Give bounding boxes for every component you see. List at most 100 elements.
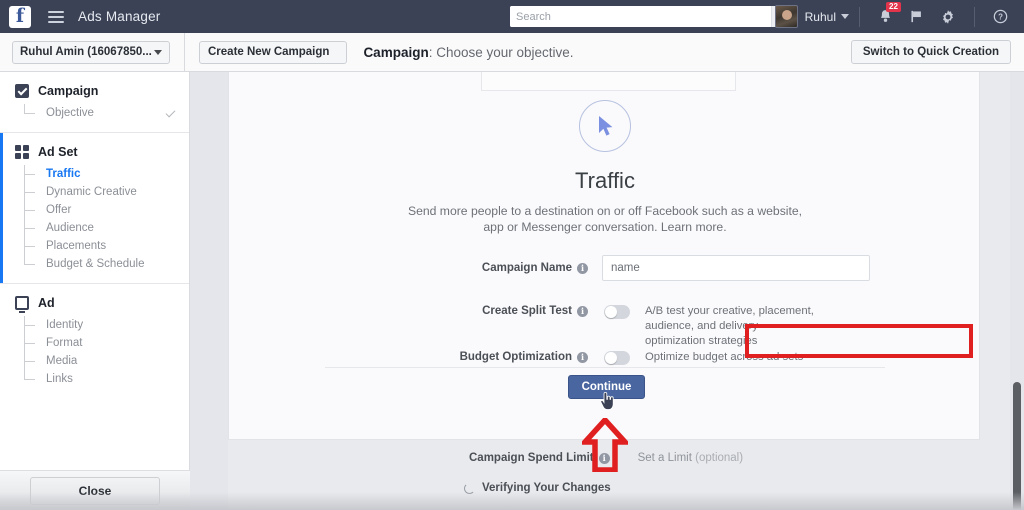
adset-icon bbox=[15, 145, 29, 159]
sidebar-item-objective[interactable]: Objective bbox=[24, 104, 189, 122]
form-divider bbox=[325, 367, 885, 368]
budget-optimization-label-text: Budget Optimization bbox=[459, 351, 572, 363]
objective-hero: Traffic Send more people to a destinatio… bbox=[229, 100, 981, 235]
learn-more-link[interactable]: Learn more. bbox=[661, 220, 727, 234]
sidebar-item-label: Links bbox=[46, 373, 73, 385]
top-bar-right-cluster: Ruhul 22 ? bbox=[774, 0, 1016, 33]
create-split-test-toggle[interactable] bbox=[604, 305, 630, 319]
sidebar-item-audience[interactable]: Audience bbox=[24, 219, 189, 237]
info-icon[interactable]: i bbox=[577, 305, 588, 317]
sidebar-item-label: Offer bbox=[46, 204, 72, 216]
budget-optimization-row: Budget Optimization i Optimize budget ac… bbox=[432, 350, 982, 365]
info-icon[interactable]: i bbox=[577, 262, 588, 274]
sidebar-item-label: Objective bbox=[46, 107, 94, 119]
sidebar-head-ad[interactable]: Ad bbox=[0, 296, 189, 313]
app-title: Ads Manager bbox=[78, 9, 161, 24]
avatar[interactable] bbox=[774, 5, 798, 28]
switch-to-quick-creation-button[interactable]: Switch to Quick Creation bbox=[850, 40, 1011, 64]
sidebar-item-budget-schedule[interactable]: Budget & Schedule bbox=[24, 255, 189, 273]
help-icon: ? bbox=[993, 9, 1008, 24]
notification-badge: 22 bbox=[886, 1, 901, 12]
verifying-text: Verifying Your Changes bbox=[482, 482, 611, 494]
optional-text: (optional) bbox=[695, 452, 744, 464]
search-box[interactable] bbox=[510, 6, 795, 27]
flag-icon bbox=[911, 10, 921, 23]
breadcrumb-description: : Choose your objective. bbox=[428, 44, 574, 60]
sidebar-footer: Close bbox=[0, 470, 190, 510]
chevron-down-icon bbox=[154, 49, 162, 55]
objective-description: Send more people to a destination on or … bbox=[405, 203, 805, 235]
info-icon[interactable]: i bbox=[577, 351, 588, 363]
set-a-limit-link[interactable]: Set a Limit (optional) bbox=[638, 452, 743, 464]
user-name[interactable]: Ruhul bbox=[805, 10, 836, 24]
sidebar-item-label: Dynamic Creative bbox=[46, 186, 137, 198]
sidebar-item-format[interactable]: Format bbox=[24, 334, 189, 352]
create-new-campaign-label: Create New Campaign bbox=[208, 46, 330, 58]
sidebar-section-ad: Ad Identity Format Media Links bbox=[0, 283, 189, 398]
ad-account-selector[interactable]: Ruhul Amin (16067850... bbox=[12, 40, 170, 64]
sidebar-head-campaign[interactable]: Campaign bbox=[0, 84, 189, 98]
create-split-test-row: Create Split Test i A/B test your creati… bbox=[432, 304, 982, 349]
page-scrollbar-thumb[interactable] bbox=[1013, 382, 1021, 510]
campaign-name-input[interactable] bbox=[602, 255, 870, 281]
sidebar-section-label: Ad bbox=[38, 296, 55, 310]
sidebar-item-identity[interactable]: Identity bbox=[24, 316, 189, 334]
settings-button[interactable] bbox=[940, 9, 956, 25]
page-scrollbar-track[interactable] bbox=[1010, 72, 1024, 510]
sidebar-item-placements[interactable]: Placements bbox=[24, 237, 189, 255]
sidebar-item-traffic[interactable]: Traffic bbox=[24, 165, 189, 183]
create-split-test-label-text: Create Split Test bbox=[482, 305, 572, 317]
budget-optimization-description: Optimize budget across ad sets bbox=[645, 351, 804, 363]
help-button[interactable]: ? bbox=[993, 9, 1008, 24]
objective-title: Traffic bbox=[575, 168, 635, 193]
cursor-arrow-icon bbox=[579, 100, 631, 152]
create-new-campaign-dropdown[interactable]: Create New Campaign bbox=[199, 40, 348, 64]
sidebar-head-adset[interactable]: Ad Set bbox=[0, 145, 189, 159]
sidebar-item-offer[interactable]: Offer bbox=[24, 201, 189, 219]
flag-button[interactable] bbox=[909, 9, 924, 24]
campaign-name-label: Campaign Name i bbox=[472, 255, 588, 274]
sidebar-item-media[interactable]: Media bbox=[24, 352, 189, 370]
sidebar-item-label: Format bbox=[46, 337, 83, 349]
facebook-logo-icon[interactable]: f bbox=[9, 5, 31, 28]
notifications-button[interactable]: 22 bbox=[878, 1, 901, 25]
campaign-toolbar: Ruhul Amin (16067850... Create New Campa… bbox=[0, 32, 1024, 72]
create-split-test-label: Create Split Test i bbox=[432, 304, 588, 317]
campaign-name-row: Campaign Name i bbox=[472, 255, 982, 281]
objective-description-text: Send more people to a destination on or … bbox=[407, 204, 803, 234]
close-button[interactable]: Close bbox=[30, 477, 160, 505]
budget-optimization-toggle[interactable] bbox=[604, 351, 630, 365]
sidebar-item-label: Budget & Schedule bbox=[46, 258, 145, 270]
sidebar-item-links[interactable]: Links bbox=[24, 370, 189, 388]
content-gutter bbox=[190, 72, 228, 510]
sidebar-section-campaign: Campaign Objective bbox=[0, 72, 189, 132]
sidebar-items-ad: Identity Format Media Links bbox=[24, 316, 189, 388]
sidebar-section-adset: Ad Set Traffic Dynamic Creative Offer Au… bbox=[0, 132, 189, 283]
breadcrumb-step: Campaign bbox=[363, 44, 429, 60]
sidebar-item-label: Audience bbox=[46, 222, 94, 234]
set-a-limit-text: Set a Limit bbox=[637, 452, 692, 464]
ads-manager-window: f Ads Manager Ruhul 22 bbox=[0, 0, 1024, 510]
create-split-test-description: A/B test your creative, placement, audie… bbox=[645, 305, 814, 347]
cut-off-panel-above bbox=[481, 72, 736, 91]
divider bbox=[184, 32, 185, 72]
sidebar-items-adset: Traffic Dynamic Creative Offer Audience … bbox=[24, 165, 189, 273]
sidebar-section-label: Ad Set bbox=[38, 145, 78, 159]
sidebar-item-label: Placements bbox=[46, 240, 107, 252]
sidebar-item-label: Media bbox=[46, 355, 78, 367]
sidebar-items-campaign: Objective bbox=[24, 104, 189, 122]
sidebar-item-label: Identity bbox=[46, 319, 84, 331]
breadcrumb: Campaign: Choose your objective. bbox=[363, 45, 573, 60]
budget-optimization-label: Budget Optimization i bbox=[432, 350, 588, 363]
loading-spinner-icon bbox=[464, 482, 475, 494]
chevron-down-icon[interactable] bbox=[841, 14, 849, 19]
sidebar-section-label: Campaign bbox=[38, 84, 99, 98]
campaign-name-label-text: Campaign Name bbox=[481, 262, 572, 274]
search-input[interactable] bbox=[510, 6, 771, 27]
menu-icon[interactable] bbox=[48, 8, 64, 26]
campaign-icon bbox=[15, 84, 29, 98]
ad-icon bbox=[15, 296, 29, 313]
ad-account-label: Ruhul Amin (16067850... bbox=[20, 46, 152, 58]
divider bbox=[859, 6, 860, 27]
sidebar-item-dynamic-creative[interactable]: Dynamic Creative bbox=[24, 183, 189, 201]
